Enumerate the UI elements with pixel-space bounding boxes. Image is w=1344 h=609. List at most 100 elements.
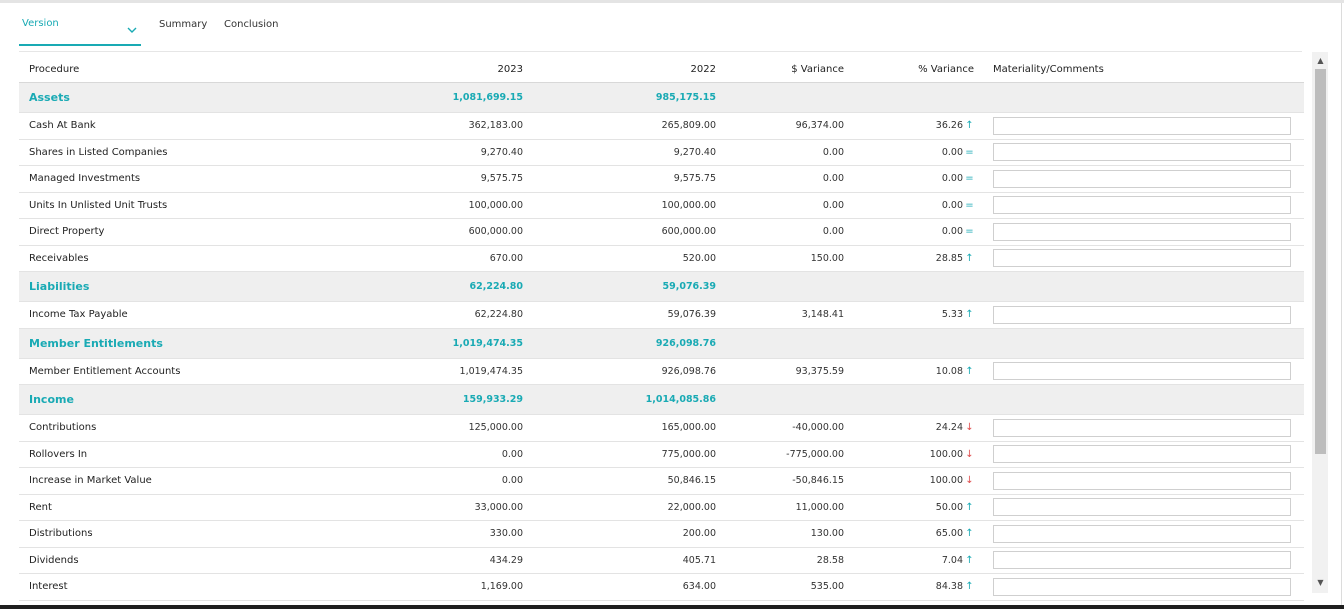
value-2022-cell-value: 926,098.76: [655, 337, 716, 349]
value-2023-cell: 1,019,474.35: [460, 359, 523, 385]
procedure-cell: Shares in Listed Companies: [29, 140, 168, 166]
value-2023-cell-value: 330.00: [489, 528, 523, 540]
variance-cell-value: 130.00: [810, 528, 844, 540]
value-2022-cell-value: 634.00: [682, 581, 716, 593]
value-2023-cell-value: 62,224.80: [474, 309, 523, 321]
value-2022-cell: 9,575.75: [674, 166, 716, 192]
variance-cell-value: 28.58: [816, 554, 844, 566]
value-2022-cell-value: 100,000.00: [661, 199, 716, 211]
procedure-cell: Dividends: [29, 548, 79, 574]
value-2022-cell-value: 59,076.39: [662, 281, 717, 292]
header-pct-variance: % Variance: [918, 63, 974, 75]
procedure-cell-value: Direct Property: [29, 226, 105, 238]
variance-cell: 0.00: [823, 193, 844, 219]
value-2023-cell: 62,224.80: [475, 302, 523, 328]
comments-input[interactable]: [993, 471, 1291, 490]
comments-input[interactable]: [993, 418, 1291, 437]
value-2022-cell-value: 265,809.00: [661, 120, 716, 132]
pct-variance-cell-value: 50.00: [935, 501, 963, 513]
pct-variance-cell-value: 24.24: [935, 422, 963, 434]
value-2022-cell-value: 22,000.00: [667, 501, 716, 513]
section-row: Liabilities 62,224.80 59,076.39: [19, 272, 1304, 302]
pct-variance-cell: 24.24 ↓: [936, 415, 974, 441]
variance-cell: -50,846.15: [792, 468, 844, 494]
comments-cell: [993, 246, 1291, 272]
value-2022-cell: 1,014,085.86: [646, 385, 716, 414]
procedure-cell: Assets: [29, 83, 70, 112]
comments-input[interactable]: [993, 551, 1291, 570]
variance-cell: 96,374.00: [796, 113, 844, 139]
table-row: Rollovers In 0.00 775,000.00 -775,000.00 100…: [19, 441, 1304, 468]
procedure-cell-value: Member Entitlements: [29, 336, 163, 350]
pct-variance-cell: 7.04 ↑: [942, 548, 974, 574]
comments-input[interactable]: [993, 196, 1291, 215]
comments-input[interactable]: [993, 222, 1291, 241]
comments-cell: [993, 548, 1291, 574]
procedure-cell-value: Increase in Market Value: [29, 475, 152, 487]
comments-input[interactable]: [993, 116, 1291, 135]
value-2022-cell: 165,000.00: [662, 415, 716, 441]
procedure-cell-value: Income: [29, 393, 74, 406]
value-2022-cell: 926,098.76: [662, 359, 716, 385]
pct-variance-cell-value: 0.00: [941, 173, 963, 185]
value-2023-cell-value: 9,575.75: [480, 173, 523, 185]
comments-input[interactable]: [993, 249, 1291, 268]
procedure-cell-value: Member Entitlement Accounts: [29, 365, 181, 377]
variance-cell: 3,148.41: [802, 302, 844, 328]
value-2023-cell-value: 62,224.80: [469, 281, 524, 292]
variance-cell: 0.00: [823, 140, 844, 166]
pct-variance-cell: 65.00 ↑: [936, 521, 974, 547]
section-row: Income 159,933.29 1,014,085.86: [19, 385, 1304, 415]
bottom-bar: [0, 605, 1344, 609]
scroll-down-icon[interactable]: ▼: [1315, 578, 1326, 588]
value-2023-cell: 0.00: [502, 442, 523, 468]
table-header-row: Procedure 2023 2022 $ Variance % Varianc…: [19, 56, 1304, 83]
tab-summary[interactable]: Summary: [159, 19, 207, 30]
comments-cell: [993, 415, 1291, 441]
pct-variance-cell: 0.00 =: [942, 166, 974, 192]
value-2022-cell: 600,000.00: [662, 219, 716, 245]
tabs-divider: [19, 51, 1302, 52]
comments-input[interactable]: [993, 362, 1291, 381]
arrow-down-icon: ↓: [965, 422, 974, 434]
variance-cell-value: 535.00: [810, 581, 844, 593]
procedure-cell-value: Managed Investments: [29, 173, 141, 185]
variance-cell: 93,375.59: [796, 359, 844, 385]
pct-variance-cell-value: 36.26: [935, 120, 963, 132]
comments-input[interactable]: [993, 577, 1291, 596]
value-2023-cell: 670.00: [490, 246, 523, 272]
comments-input[interactable]: [993, 305, 1291, 324]
variance-cell: 130.00: [811, 521, 844, 547]
table-row: Increase in Market Value 0.00 50,846.15 -50…: [19, 468, 1304, 495]
header-variance: $ Variance: [791, 63, 844, 75]
variance-cell-value: -775,000.00: [786, 448, 844, 460]
variance-cell: 11,000.00: [796, 495, 844, 521]
comments-input[interactable]: [993, 169, 1291, 188]
variance-cell: -40,000.00: [792, 415, 844, 441]
pct-variance-cell-value: 10.08: [935, 365, 963, 377]
header-comments: Materiality/Comments: [993, 63, 1104, 75]
value-2023-cell: 362,183.00: [469, 113, 523, 139]
value-2023-cell: 1,019,474.35: [453, 329, 523, 358]
arrow-up-icon: ↑: [965, 501, 974, 513]
procedure-cell-value: Liabilities: [29, 280, 90, 293]
comments-cell: [993, 193, 1291, 219]
procedure-cell-value: Income Tax Payable: [29, 309, 128, 321]
variance-cell: -775,000.00: [786, 442, 844, 468]
comments-input[interactable]: [993, 498, 1291, 517]
table-row: Contributions 125,000.00 165,000.00 -40,000…: [19, 415, 1304, 442]
comments-input[interactable]: [993, 143, 1291, 162]
scrollbar-thumb[interactable]: [1315, 69, 1326, 454]
tab-conclusion[interactable]: Conclusion: [224, 19, 279, 30]
comments-input[interactable]: [993, 445, 1291, 464]
procedure-cell-value: Rent: [29, 501, 52, 513]
scroll-up-icon[interactable]: ▲: [1315, 56, 1326, 66]
variance-cell: 0.00: [823, 219, 844, 245]
comments-cell: [993, 302, 1291, 328]
comments-input[interactable]: [993, 524, 1291, 543]
table-row: Units In Unlisted Unit Trusts 100,000.00 1…: [19, 192, 1304, 219]
comments-cell: [993, 113, 1291, 139]
version-dropdown[interactable]: Version: [19, 14, 141, 46]
chevron-down-icon: [127, 27, 137, 33]
comments-cell: [993, 219, 1291, 245]
